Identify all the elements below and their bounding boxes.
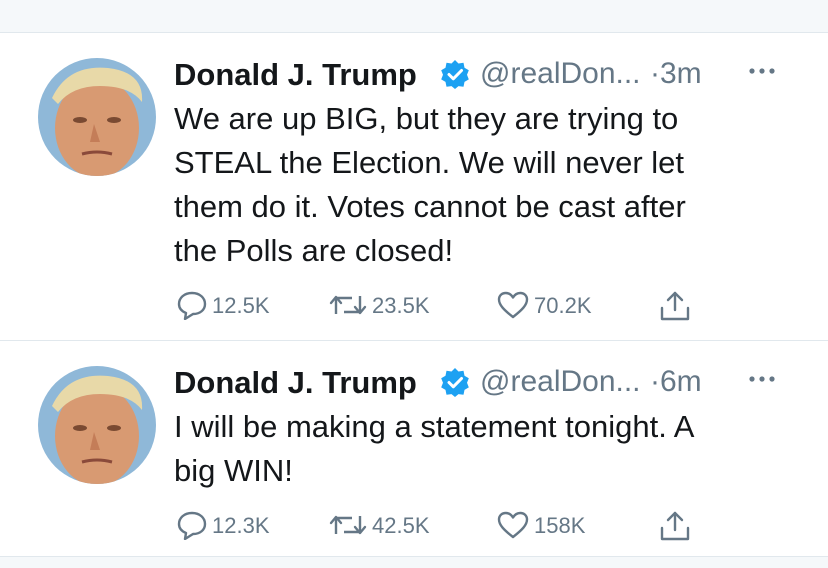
tweet-timestamp[interactable]: ·3m bbox=[650, 57, 702, 91]
retweet-arrows-icon bbox=[329, 295, 367, 315]
more-dots-icon[interactable] bbox=[744, 55, 784, 85]
avatar[interactable] bbox=[38, 58, 156, 176]
author-name[interactable]: Donald J. Trump bbox=[174, 365, 417, 401]
tweet-header: Donald J. Trump @realDon... ·3m bbox=[174, 53, 794, 97]
like-count: 158K bbox=[534, 513, 586, 538]
share-upload-icon bbox=[660, 511, 690, 541]
tweet-text-line: STEAL the Election. We will never let bbox=[174, 145, 685, 180]
tweet-text: I will be making a statement tonight. A … bbox=[174, 405, 794, 493]
feed-bottom-separator bbox=[0, 556, 828, 568]
author-handle[interactable]: @realDon... bbox=[480, 57, 641, 91]
retweet-count: 42.5K bbox=[372, 513, 430, 538]
reply-count: 12.3K bbox=[212, 513, 270, 538]
author-handle[interactable]: @realDon... bbox=[480, 365, 641, 399]
feed-top-separator bbox=[0, 0, 828, 33]
tweet-text: We are up BIG, but they are trying to ST… bbox=[174, 97, 794, 273]
heart-icon bbox=[497, 291, 529, 319]
reply-count: 12.5K bbox=[212, 293, 270, 318]
more-dots-icon[interactable] bbox=[744, 363, 784, 393]
tweet-text-line: them do it. Votes cannot be cast after bbox=[174, 189, 686, 224]
verified-badge-icon bbox=[440, 367, 470, 397]
reply-bubble-icon bbox=[177, 291, 207, 320]
tweet-actions: 12.3K 42.5K 158K bbox=[176, 508, 736, 542]
tweet-card[interactable]: Donald J. Trump @realDon... ·6m I will b… bbox=[0, 341, 828, 556]
reply-bubble-icon bbox=[177, 511, 207, 540]
author-name[interactable]: Donald J. Trump bbox=[174, 57, 417, 93]
tweet-actions: 12.5K 23.5K 70.2K bbox=[176, 288, 736, 322]
tweet-header: Donald J. Trump @realDon... ·6m bbox=[174, 361, 794, 405]
tweet-text-line: We are up BIG, but they are trying to bbox=[174, 101, 679, 136]
tweet-timestamp[interactable]: ·6m bbox=[650, 365, 702, 399]
heart-icon bbox=[497, 511, 529, 539]
tweet-text-line: I will be making a statement tonight. A bbox=[174, 409, 695, 444]
avatar[interactable] bbox=[38, 366, 156, 484]
tweet-text-line: the Polls are closed! bbox=[174, 233, 454, 268]
verified-badge-icon bbox=[440, 59, 470, 89]
retweet-arrows-icon bbox=[329, 515, 367, 535]
tweet-text-line: big WIN! bbox=[174, 453, 293, 488]
retweet-count: 23.5K bbox=[372, 293, 430, 318]
tweet-card[interactable]: Donald J. Trump @realDon... ·3m We are u… bbox=[0, 33, 828, 340]
share-upload-icon bbox=[660, 291, 690, 321]
like-count: 70.2K bbox=[534, 293, 592, 318]
